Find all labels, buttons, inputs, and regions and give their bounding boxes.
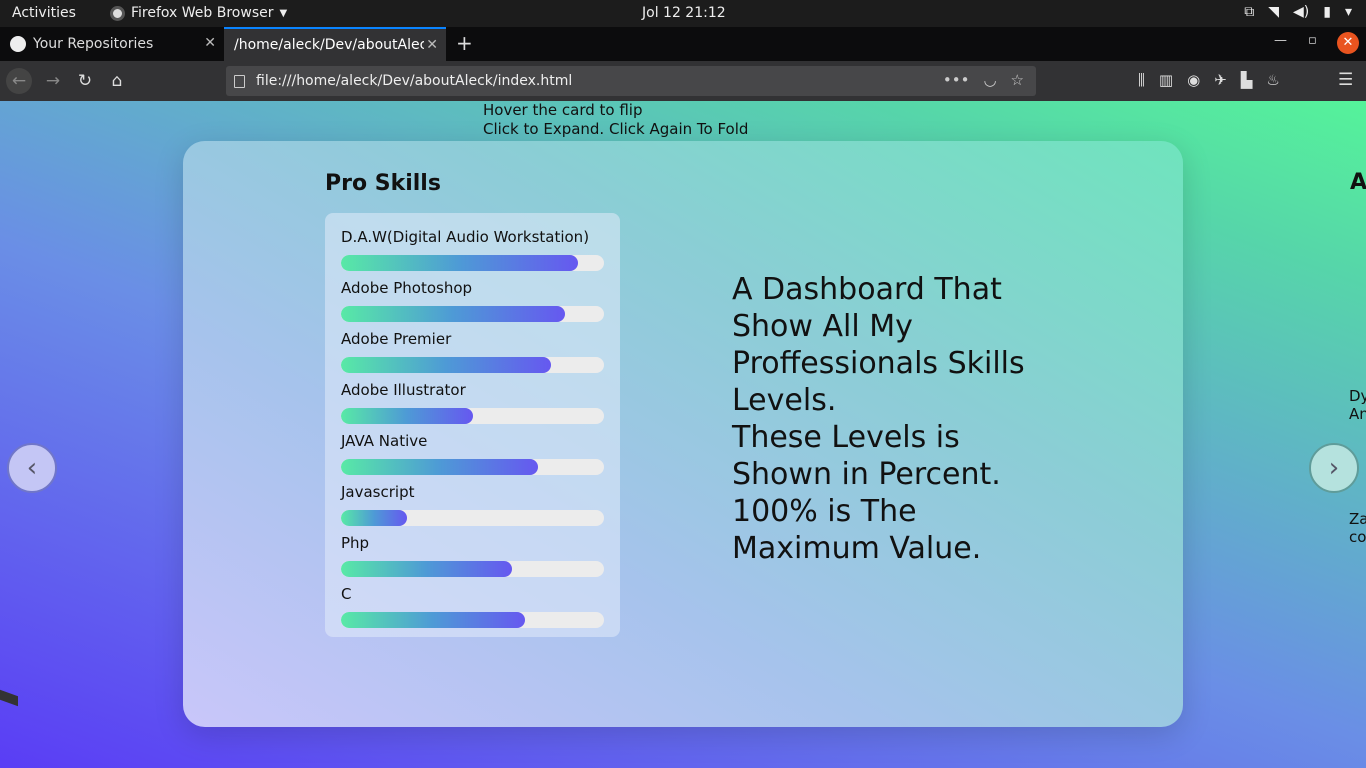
skill-row: C xyxy=(341,585,604,631)
chart-extension-icon[interactable]: ▙ xyxy=(1241,71,1253,89)
next-card-title: A xyxy=(1350,170,1366,195)
skill-progress-track xyxy=(341,255,604,271)
tab-about-aleck[interactable]: /home/aleck/Dev/aboutAleck ✕ xyxy=(224,27,446,61)
skill-label: Php xyxy=(341,534,370,552)
skill-label: Javascript xyxy=(341,483,415,501)
peek-line: Za xyxy=(1349,510,1366,528)
card-title: Pro Skills xyxy=(325,171,441,196)
system-top-bar: Activities Firefox Web Browser ▼ Jol 12 … xyxy=(0,0,1366,27)
skill-label: C xyxy=(341,585,352,603)
navigation-bar: ← → ↻ ⌂ file:///home/aleck/Dev/aboutAlec… xyxy=(0,61,1366,101)
skill-progress-track xyxy=(341,408,604,424)
card-description: A Dashboard That Show All My Proffession… xyxy=(732,271,1052,567)
activities-button[interactable]: Activities xyxy=(12,5,76,21)
skill-progress-fill xyxy=(341,561,512,577)
new-tab-button[interactable]: + xyxy=(456,31,473,55)
hint-text: Hover the card to flip Click to Expand. … xyxy=(483,101,748,139)
skill-progress-track xyxy=(341,306,604,322)
pocket-icon[interactable]: ◡ xyxy=(983,71,996,89)
skill-label: Adobe Premier xyxy=(341,330,452,348)
skill-progress-track xyxy=(341,612,604,628)
next-card-button[interactable]: › xyxy=(1309,443,1359,493)
skill-label: JAVA Native xyxy=(341,432,428,450)
next-card-text: Dy An xyxy=(1349,387,1366,423)
decorative-shape xyxy=(0,689,18,707)
tab-title: /home/aleck/Dev/aboutAleck xyxy=(234,37,424,53)
skill-progress-fill xyxy=(341,306,565,322)
close-tab-icon[interactable]: ✕ xyxy=(426,37,438,53)
skill-progress-fill xyxy=(341,408,473,424)
bookmark-star-icon[interactable]: ☆ xyxy=(1011,71,1024,89)
url-bar[interactable]: file:///home/aleck/Dev/aboutAleck/index.… xyxy=(226,66,1036,96)
caret-down-icon: ▼ xyxy=(279,7,288,19)
skills-card[interactable]: Pro Skills D.A.W(Digital Audio Workstati… xyxy=(183,141,1183,727)
chevron-right-icon: › xyxy=(1328,453,1340,483)
reload-button[interactable]: ↻ xyxy=(72,68,98,94)
peek-line: An xyxy=(1349,405,1366,423)
maximize-button[interactable]: ▫ xyxy=(1308,33,1317,48)
page-icon xyxy=(234,75,245,88)
back-button[interactable]: ← xyxy=(6,68,32,94)
volume-icon[interactable]: ◀) xyxy=(1293,4,1309,20)
wifi-icon[interactable]: ◥ xyxy=(1268,4,1279,20)
skill-row: Php xyxy=(341,534,604,580)
web-page: Hover the card to flip Click to Expand. … xyxy=(0,101,1366,768)
skill-label: Adobe Illustrator xyxy=(341,381,466,399)
screen-icon[interactable]: ⧉ xyxy=(1244,4,1254,20)
skill-progress-track xyxy=(341,459,604,475)
skill-row: Adobe Premier xyxy=(341,330,604,376)
skill-progress-track xyxy=(341,561,604,577)
description-line: 100% is The Maximum Value. xyxy=(732,494,982,566)
next-card-text: Za co xyxy=(1349,510,1366,546)
system-tray[interactable]: ⧉ ◥ ◀) ▮ ▾ xyxy=(1244,4,1352,20)
peek-line: Dy xyxy=(1349,387,1366,405)
power-menu-icon[interactable]: ▾ xyxy=(1345,4,1352,20)
clock[interactable]: Jol 12 21:12 xyxy=(642,5,726,21)
skill-progress-fill xyxy=(341,612,526,628)
github-icon xyxy=(10,36,26,52)
forward-button[interactable]: → xyxy=(40,68,66,94)
tab-your-repositories[interactable]: Your Repositories ✕ xyxy=(0,27,224,61)
url-text[interactable]: file:///home/aleck/Dev/aboutAleck/index.… xyxy=(256,73,572,89)
page-actions-icon[interactable]: ••• xyxy=(943,71,970,89)
firefox-icon xyxy=(110,5,125,21)
skill-row: Javascript xyxy=(341,483,604,529)
tab-strip: Your Repositories ✕ /home/aleck/Dev/abou… xyxy=(0,27,1366,61)
account-icon[interactable]: ◉ xyxy=(1187,71,1200,89)
minimize-button[interactable]: — xyxy=(1274,33,1287,48)
skills-panel: D.A.W(Digital Audio Workstation) Adobe Ph… xyxy=(325,213,620,637)
close-window-button[interactable]: ✕ xyxy=(1337,32,1359,54)
skill-row: D.A.W(Digital Audio Workstation) xyxy=(341,228,604,274)
skill-row: JAVA Native xyxy=(341,432,604,478)
previous-card-button[interactable]: ‹ xyxy=(7,443,57,493)
menu-icon[interactable]: ☰ xyxy=(1338,70,1353,90)
gnome-extension-icon[interactable]: ♨ xyxy=(1266,71,1279,89)
close-tab-icon[interactable]: ✕ xyxy=(204,35,216,51)
app-menu-label: Firefox Web Browser xyxy=(131,5,274,21)
skill-row: Adobe Photoshop xyxy=(341,279,604,325)
skill-progress-fill xyxy=(341,357,552,373)
hint-line: Click to Expand. Click Again To Fold xyxy=(483,120,749,138)
skill-label: D.A.W(Digital Audio Workstation) xyxy=(341,228,590,246)
app-menu[interactable]: Firefox Web Browser ▼ xyxy=(110,5,287,21)
description-line: A Dashboard That Show All My Proffession… xyxy=(732,272,1025,418)
skill-progress-fill xyxy=(341,255,578,271)
chevron-left-icon: ‹ xyxy=(26,453,38,483)
sidebar-icon[interactable]: ▥ xyxy=(1159,71,1173,89)
skill-row: Adobe Illustrator xyxy=(341,381,604,427)
skill-progress-track xyxy=(341,357,604,373)
battery-icon[interactable]: ▮ xyxy=(1323,4,1331,20)
library-icon[interactable]: ⫼ xyxy=(1138,71,1145,89)
hint-line: Hover the card to flip xyxy=(483,101,643,119)
skill-progress-track xyxy=(341,510,604,526)
extension-icon[interactable]: ✈ xyxy=(1214,71,1227,89)
tab-title: Your Repositories xyxy=(33,36,154,52)
skill-progress-fill xyxy=(341,510,407,526)
description-line: These Levels is Shown in Percent. xyxy=(732,420,1001,492)
peek-line: co xyxy=(1349,528,1366,546)
skill-label: Adobe Photoshop xyxy=(341,279,473,297)
home-button[interactable]: ⌂ xyxy=(104,68,130,94)
skill-progress-fill xyxy=(341,459,539,475)
